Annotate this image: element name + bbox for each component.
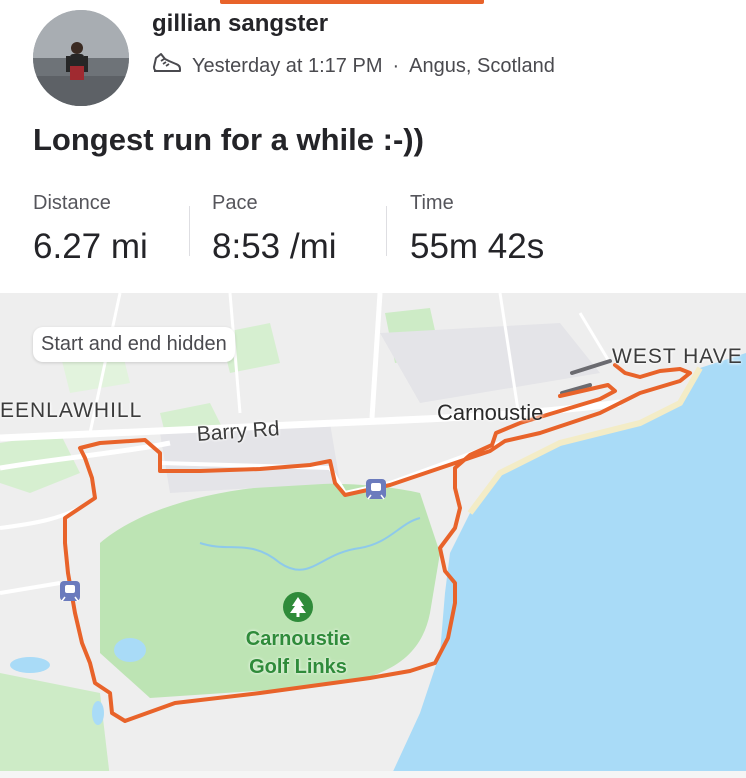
activity-title[interactable]: Longest run for a while :-)) [33, 122, 424, 158]
stat-label: Pace [212, 192, 258, 214]
tree-icon [283, 592, 313, 622]
stat-value: 8:53 /mi [212, 227, 337, 266]
running-shoe-icon [152, 50, 182, 83]
meta-separator: · [392, 54, 400, 77]
map-label-west-haven: WEST HAVE [612, 345, 743, 368]
avatar[interactable] [33, 10, 129, 106]
map-label-golf-links: Carnoustie Golf Links [245, 628, 351, 678]
activity-location: Angus, Scotland [409, 54, 555, 77]
athlete-name[interactable]: gillian sangster [152, 10, 328, 38]
stat-value: 55m 42s [410, 227, 545, 266]
activity-meta: Yesterday at 1:17 PM · Angus, Scotland [152, 52, 555, 80]
map-label-greenlawhill: EENLAWHILL [0, 399, 143, 422]
tab-indicator [220, 0, 484, 4]
route-map[interactable]: Start and end hidden WEST HAVE EENLAWHIL… [0, 293, 746, 778]
stat-label: Time [410, 192, 454, 214]
stat-divider [386, 206, 387, 256]
avatar-photo [33, 10, 129, 106]
train-icon [366, 479, 386, 500]
stat-pace: Pace 8:53 /mi [212, 192, 337, 267]
activity-timestamp: Yesterday at 1:17 PM [192, 54, 383, 77]
train-icon [60, 581, 80, 602]
map-label-carnoustie: Carnoustie [437, 400, 544, 425]
stat-distance: Distance 6.27 mi [33, 192, 148, 267]
stat-label: Distance [33, 192, 111, 214]
stat-value: 6.27 mi [33, 227, 148, 266]
privacy-chip: Start and end hidden [33, 327, 235, 362]
stat-divider [189, 206, 190, 256]
stat-time: Time 55m 42s [410, 192, 544, 267]
